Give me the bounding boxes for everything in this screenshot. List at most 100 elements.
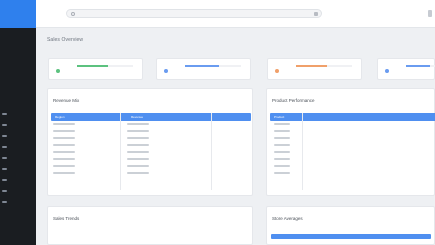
sidebar-item-7-icon [2, 178, 7, 181]
table-cell [127, 144, 149, 146]
table-row[interactable] [51, 129, 251, 136]
table-cell [53, 144, 75, 146]
table-row[interactable] [270, 171, 435, 178]
sidebar-item-6-icon [2, 167, 7, 170]
product-performance-panel: Product Performance Product [266, 88, 435, 196]
table-row[interactable] [51, 122, 251, 129]
sidebar-nav [0, 108, 36, 207]
table-row[interactable] [270, 164, 435, 171]
table-row[interactable] [270, 136, 435, 143]
store-averages-chart [271, 234, 431, 239]
table-cell [274, 137, 290, 139]
table-cell [127, 151, 149, 153]
table-cell [127, 165, 149, 167]
table-cell [274, 165, 290, 167]
table-row[interactable] [51, 164, 251, 171]
table-body [270, 122, 435, 178]
sidebar-item-2-icon [2, 123, 7, 126]
sidebar-item-4-icon [2, 145, 7, 148]
table-row[interactable] [270, 143, 435, 150]
table-row[interactable] [270, 122, 435, 129]
table-cell [274, 123, 290, 125]
table-header: Product [270, 113, 435, 121]
sidebar-item-8-icon [2, 189, 7, 192]
panel-title: Sales Trends [53, 216, 80, 221]
kpi-card-3[interactable] [267, 58, 362, 80]
sidebar-item-6[interactable] [0, 163, 36, 174]
chart-icon [56, 69, 60, 73]
kpi-progress [406, 65, 435, 67]
search-bar[interactable] [66, 9, 322, 18]
kpi-progress [296, 65, 352, 67]
table-row[interactable] [51, 143, 251, 150]
money-icon [275, 69, 279, 73]
table-cell [274, 144, 290, 146]
top-bar [36, 0, 435, 28]
sidebar-item-1[interactable] [0, 108, 36, 119]
table-row[interactable] [51, 136, 251, 143]
table-row[interactable] [51, 150, 251, 157]
table-cell [127, 130, 149, 132]
sidebar-item-4[interactable] [0, 141, 36, 152]
sidebar-item-3[interactable] [0, 130, 36, 141]
table-row[interactable] [270, 129, 435, 136]
panel-title: Product Performance [272, 98, 315, 103]
table-row[interactable] [270, 150, 435, 157]
overview-title: Sales Overview [47, 37, 84, 43]
sidebar-item-9[interactable] [0, 196, 36, 207]
table-cell [53, 172, 75, 174]
kpi-progress-fill [185, 65, 219, 67]
sidebar-item-5[interactable] [0, 152, 36, 163]
sidebar-logo-area[interactable] [0, 0, 36, 28]
revenue-mix-panel: Revenue Mix Region Revenue [47, 88, 253, 196]
sidebar-item-9-icon [2, 200, 7, 203]
table-cell [274, 158, 290, 160]
kpi-progress [77, 65, 133, 67]
kpi-card-4[interactable] [377, 58, 435, 80]
table-cell [127, 172, 149, 174]
column-header-revenue: Revenue [131, 115, 144, 119]
dashboard-app: Sales Overview Revenue Mix Region Revenu… [0, 0, 435, 245]
kpi-progress-fill [406, 65, 430, 67]
search-input[interactable] [77, 10, 307, 17]
sidebar-item-3-icon [2, 134, 7, 137]
panel-title: Store Averages [272, 216, 303, 221]
table-cell [127, 137, 149, 139]
kpi-progress-fill [77, 65, 108, 67]
table-cell [53, 123, 75, 125]
table-header: Region Revenue [51, 113, 251, 121]
store-averages-panel: Store Averages [266, 206, 435, 245]
kpi-progress [185, 65, 241, 67]
sidebar-item-8[interactable] [0, 185, 36, 196]
search-clear-icon[interactable] [314, 12, 318, 16]
panel-title: Revenue Mix [53, 98, 80, 103]
table-cell [53, 158, 75, 160]
table-cell [53, 137, 75, 139]
sidebar-item-1-icon [2, 112, 7, 115]
kpi-progress-fill [296, 65, 327, 67]
table-cell [53, 165, 75, 167]
table-cell [127, 158, 149, 160]
table-row[interactable] [51, 157, 251, 164]
table-cell [274, 151, 290, 153]
column-header-product: Product [274, 115, 285, 119]
sidebar [0, 0, 36, 245]
table-row[interactable] [51, 171, 251, 178]
table-cell [274, 130, 290, 132]
table-cell [274, 172, 290, 174]
table-body [51, 122, 251, 178]
table-cell [53, 151, 75, 153]
cart-icon [164, 69, 168, 73]
sidebar-item-2[interactable] [0, 119, 36, 130]
kpi-card-2[interactable] [156, 58, 251, 80]
sidebar-item-5-icon [2, 156, 7, 159]
table-cell [53, 130, 75, 132]
menu-icon[interactable] [428, 10, 432, 17]
sidebar-item-7[interactable] [0, 174, 36, 185]
table-cell [127, 123, 149, 125]
table-row[interactable] [270, 157, 435, 164]
search-icon [71, 12, 75, 16]
column-header-region: Region [55, 115, 65, 119]
sales-trends-panel: Sales Trends [47, 206, 253, 245]
kpi-card-1[interactable] [48, 58, 143, 80]
